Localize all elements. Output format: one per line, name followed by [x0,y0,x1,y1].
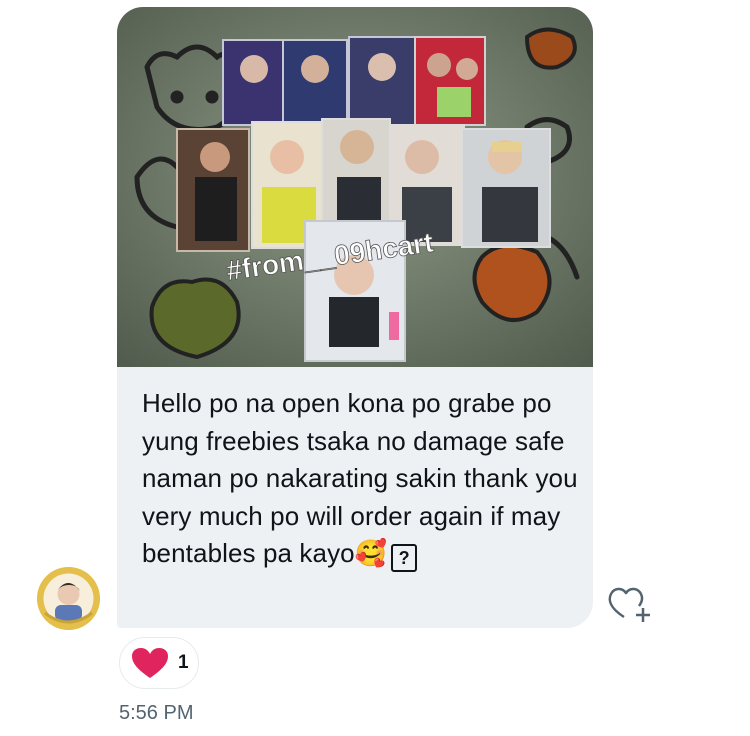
reaction-pill[interactable]: 1 [119,637,199,689]
photocards-image: #from__09hcart [117,7,593,367]
heart-plus-icon [608,587,650,622]
message-bubble[interactable]: #from__09hcart Hello po na open kona po … [117,7,593,628]
heart-icon [131,647,169,684]
message-timestamp: 5:56 PM [119,702,194,724]
message-text: Hello po na open kona po grabe po yung f… [142,385,582,573]
attached-photo[interactable]: #from__09hcart [117,7,593,367]
add-reaction-button[interactable] [606,584,654,624]
avatar[interactable] [37,567,100,630]
unknown-glyph: ? [391,544,418,573]
avatar-image [37,567,100,630]
reaction-count: 1 [178,652,189,673]
smiling-hearts-emoji: 🥰 [354,538,388,569]
